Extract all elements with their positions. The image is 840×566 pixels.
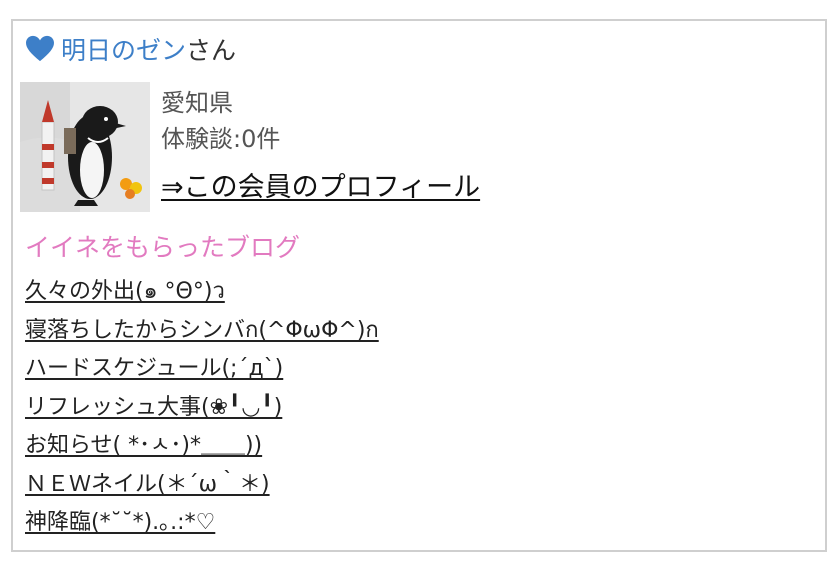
member-header: 明日のゼン さん	[25, 31, 236, 67]
list-item: お知らせ( *･ㅅ･)*＿＿))	[25, 427, 379, 466]
blog-link[interactable]: 久々の外出(๑ °Θ°)ว	[25, 279, 225, 304]
blog-link[interactable]: 神降臨(*˘˘*).｡.:*♡	[25, 510, 215, 535]
member-card: 明日のゼン さん 愛知県 体験談:0件 ⇒この会員のプロフィール イイネをもらっ…	[11, 19, 827, 552]
liked-blogs-list: 久々の外出(๑ °Θ°)ว 寝落ちしたからシンバก(^ΦωΦ^)ก ハードスケジ…	[25, 273, 379, 543]
avatar	[20, 82, 150, 212]
member-profile-link[interactable]: ⇒この会員のプロフィール	[161, 165, 480, 204]
list-item: 久々の外出(๑ °Θ°)ว	[25, 273, 379, 312]
list-item: ハードスケジュール(;´д`)	[25, 350, 379, 389]
blog-link[interactable]: ハードスケジュール(;´д`)	[25, 356, 283, 381]
liked-blogs-heading: イイネをもらったブログ	[25, 233, 301, 262]
blog-link[interactable]: 寝落ちしたからシンバก(^ΦωΦ^)ก	[25, 318, 379, 343]
blog-link[interactable]: お知らせ( *･ㅅ･)*＿＿))	[25, 433, 262, 458]
list-item: 寝落ちしたからシンバก(^ΦωΦ^)ก	[25, 312, 379, 351]
list-item: 神降臨(*˘˘*).｡.:*♡	[25, 504, 379, 543]
heart-icon	[26, 35, 54, 62]
member-name-link[interactable]: 明日のゼン	[61, 31, 186, 67]
experience-count-text: 体験談:0件	[161, 125, 281, 153]
list-item: リフレッシュ大事(❀╹◡╹)	[25, 389, 379, 428]
honorific-suffix: さん	[186, 36, 237, 65]
profile-info: 愛知県 体験談:0件 ⇒この会員のプロフィール	[161, 85, 480, 204]
blog-link[interactable]: ＮＥＷネイル(＊´ω｀＊)	[25, 472, 270, 497]
prefecture-text: 愛知県	[161, 89, 233, 117]
blog-link[interactable]: リフレッシュ大事(❀╹◡╹)	[25, 395, 282, 420]
penguin-plush-photo	[20, 82, 150, 212]
list-item: ＮＥＷネイル(＊´ω｀＊)	[25, 466, 379, 505]
